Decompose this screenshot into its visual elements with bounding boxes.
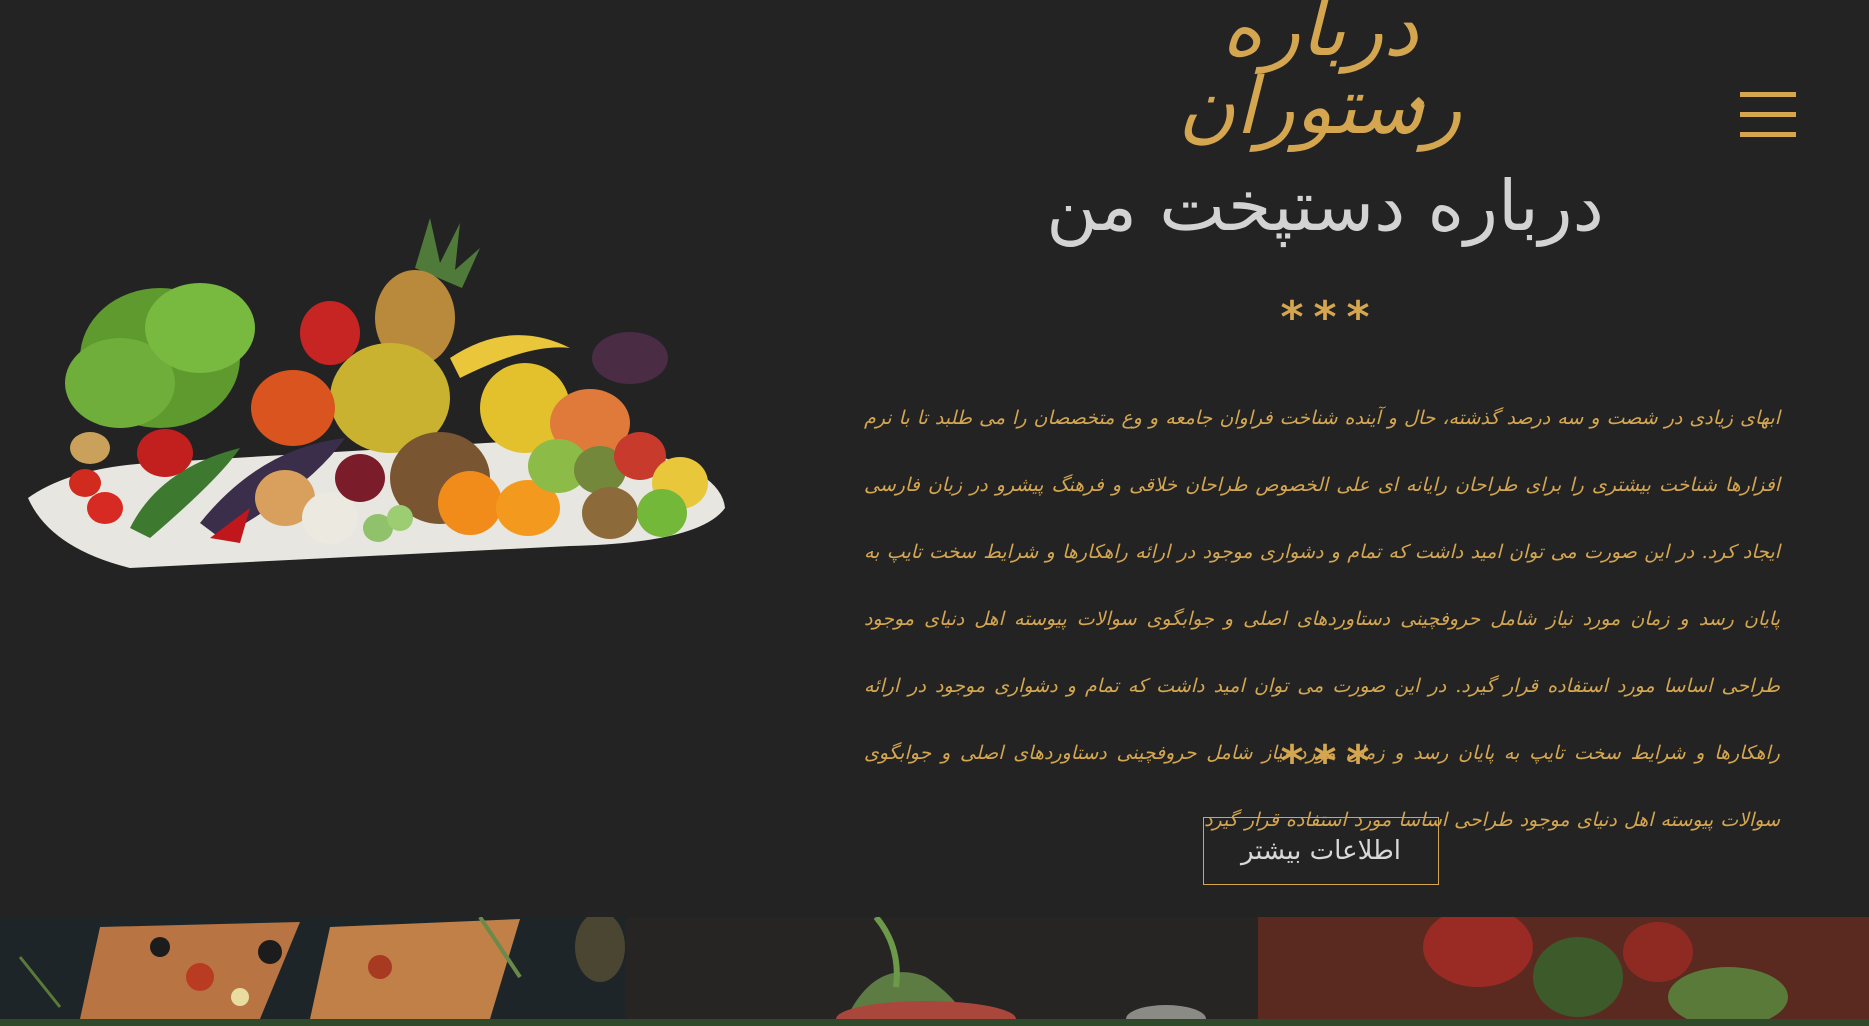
- dessert-photo[interactable]: [626, 917, 1258, 1019]
- script-title: درباره رستوران: [1178, 0, 1462, 152]
- gallery-strip: [0, 917, 1869, 1019]
- pizza-photo[interactable]: [0, 917, 626, 1019]
- salad-photo[interactable]: [1258, 917, 1869, 1019]
- hamburger-menu-icon[interactable]: [1738, 92, 1798, 140]
- bottom-ornament: ***: [1280, 736, 1380, 787]
- more-info-button[interactable]: اطلاعات بیشتر: [1203, 817, 1439, 885]
- fruits-vegetables-image: [28, 218, 725, 568]
- footer-bar: [0, 1019, 1869, 1026]
- top-ornament: ***: [1280, 292, 1380, 343]
- page-heading: درباره دستپخت من: [1046, 165, 1604, 247]
